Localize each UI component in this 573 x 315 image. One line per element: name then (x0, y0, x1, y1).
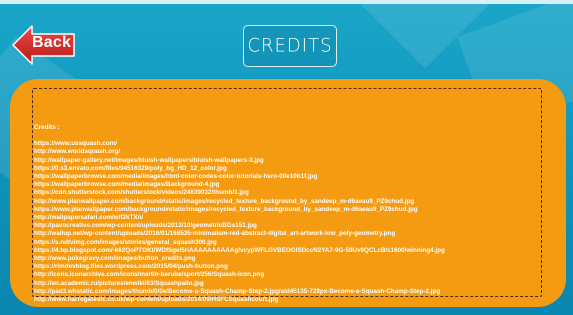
credits-list: Credits : https://www.ussquash.com/ http… (34, 124, 560, 304)
credits-heading: Credits : (34, 124, 60, 131)
credit-link[interactable]: https://wallpaperbrowse.com/media/images… (34, 173, 560, 181)
back-button-label: Back (32, 34, 72, 51)
credit-link[interactable]: http://www.worldsquash.org/ (34, 148, 560, 156)
page-title: CREDITS (247, 34, 333, 57)
credit-link[interactable]: https://www.planwallpaper.com/background… (34, 206, 560, 214)
credit-link[interactable]: http://www.planwallpaper.com/background#… (34, 198, 560, 206)
credit-link[interactable]: http://en.academic.ru/pictures/enwiki/83… (34, 280, 560, 288)
credit-link[interactable]: https://0.s3.envato.com/files/94516329/p… (34, 165, 560, 173)
credit-link[interactable]: https://4.bp.blogspot.com/-k62QoPTGKt/WD… (34, 247, 560, 255)
back-button[interactable]: Back (12, 24, 76, 66)
credits-screen: Back CREDITS Credits : https://www.ussqu… (0, 0, 573, 315)
credit-link[interactable]: https://rimdevblog.files.wordpress.com/2… (34, 263, 560, 271)
credit-link[interactable]: http://wallpapersafari.com/w/f2kTXn/ (34, 214, 560, 222)
credit-link[interactable]: http://icons.iconarchive.com/icons/marti… (34, 271, 560, 279)
credit-link[interactable]: http://pad3.whstatic.com/images/thumb/0/… (34, 288, 560, 296)
credit-link[interactable]: https://www.ussquash.com/ (34, 140, 560, 148)
credit-link[interactable]: https://wallpaperbrowse.com/media/images… (34, 181, 560, 189)
credit-link[interactable]: http://wallpaper-gallery.net/images/blui… (34, 157, 560, 165)
credit-link[interactable]: http://www.pokegravy.com/images/button_c… (34, 255, 560, 263)
credit-link[interactable]: https://cdn.shutterstock.com/shutterstoc… (34, 189, 560, 197)
credit-link[interactable]: https://s.ndtvimg.com/images/stories/gen… (34, 239, 560, 247)
credits-title-box: CREDITS (243, 25, 337, 67)
credit-link[interactable]: http://wallup.net/wp-content/uploads/201… (34, 230, 560, 238)
credit-link[interactable]: http://www.harrogatesfc.co.uk/wp-content… (34, 296, 560, 304)
credit-link[interactable]: http://pavocreative.com/wp-content/uploa… (34, 222, 560, 230)
